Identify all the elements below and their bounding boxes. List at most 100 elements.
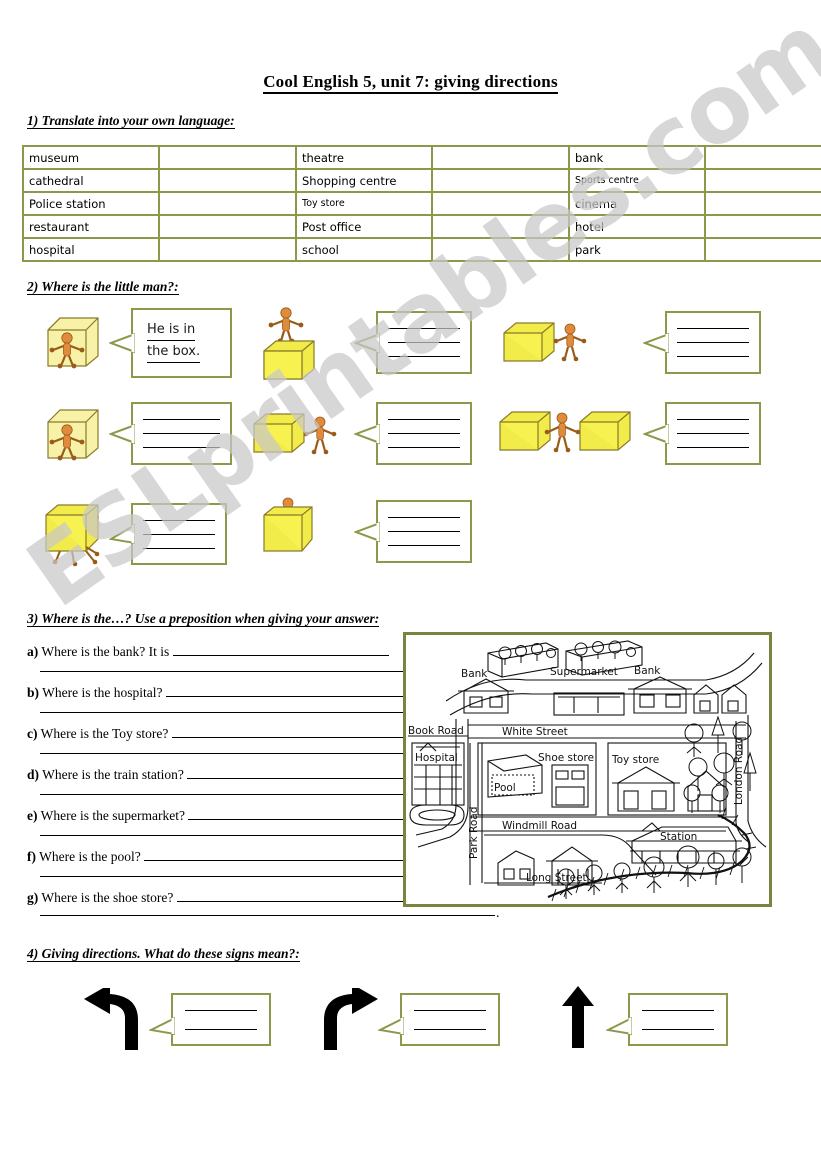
- vocab-word: theatre: [295, 145, 433, 170]
- vocab-word: school: [295, 237, 433, 262]
- question-label: b): [27, 685, 40, 700]
- vocab-answer-cell[interactable]: [704, 191, 821, 216]
- vocab-answer-cell[interactable]: [704, 214, 821, 239]
- vocab-answer-cell[interactable]: [431, 191, 570, 216]
- map-label-station: Station: [660, 831, 697, 843]
- question-text: Where is the Toy store?: [40, 726, 169, 741]
- answer-bubble-8[interactable]: [354, 500, 472, 563]
- arrow-curve-left-icon: [80, 988, 142, 1050]
- answer-bubble-7[interactable]: [109, 503, 227, 565]
- vocab-word: Shopping centre: [295, 168, 433, 193]
- arrow-straight-up-icon: [558, 986, 598, 1048]
- city-map: Bank Supermarket Bank Book Road White St…: [403, 632, 772, 907]
- vocab-answer-cell[interactable]: [431, 214, 570, 239]
- vocab-word: park: [568, 237, 706, 262]
- answer-lines: [677, 313, 749, 372]
- answer-lines: [388, 313, 460, 372]
- answer-blank[interactable]: [188, 807, 429, 820]
- question-label: d): [27, 767, 40, 782]
- bubble-tail-icon: [643, 332, 669, 354]
- section-2-heading: 2) Where is the little man?:: [27, 279, 179, 295]
- section-3-heading-text: 3) Where is the…? Use a preposition when…: [27, 611, 380, 627]
- vocab-answer-cell[interactable]: [158, 168, 297, 193]
- page-title: Cool English 5, unit 7: giving direction…: [0, 72, 821, 94]
- question-text: Where is the pool?: [39, 849, 141, 864]
- map-label-pool: Pool: [494, 782, 516, 794]
- figure-man-under-box: [42, 499, 112, 576]
- final-answer-blank[interactable]: [40, 915, 495, 916]
- vocab-answer-cell[interactable]: [158, 237, 297, 262]
- bubble-tail-icon: [354, 521, 380, 543]
- question-label: f): [27, 849, 36, 864]
- map-label-long-street: Long Street: [526, 872, 587, 884]
- map-label-london-road: London Road: [733, 737, 745, 805]
- vocab-word: Toy store: [295, 191, 433, 216]
- answer-blank[interactable]: [176, 889, 426, 902]
- vocab-answer-cell[interactable]: [431, 237, 570, 262]
- map-label-park-road: Park Road: [468, 807, 480, 859]
- table-row: hospital school park: [22, 237, 821, 262]
- table-row: museum theatre bank: [22, 145, 821, 170]
- answer-lines: [143, 404, 220, 463]
- question-label: c): [27, 726, 38, 741]
- question-text: Where is the shoe store?: [41, 890, 174, 905]
- bubble-tail-icon: [109, 332, 135, 354]
- answer-bubble-2[interactable]: [354, 311, 472, 374]
- sign-answer-bubble-3[interactable]: [604, 993, 728, 1046]
- answer-blank[interactable]: [172, 643, 389, 656]
- bubble-tail-icon: [147, 1015, 176, 1038]
- section-3-heading: 3) Where is the…? Use a preposition when…: [27, 611, 380, 627]
- bubble-tail-icon: [354, 423, 380, 445]
- answer-bubble-5[interactable]: [354, 402, 472, 465]
- vocab-answer-cell[interactable]: [704, 237, 821, 262]
- table-row: cathedral Shopping centre Sports centre: [22, 168, 821, 193]
- figure-man-behind-box: [260, 495, 322, 566]
- answer-lines: [388, 502, 460, 561]
- map-label-white-street: White Street: [502, 726, 568, 738]
- figure-man-inside-box-2: [40, 400, 106, 471]
- map-label-toy-store: Toy store: [611, 754, 659, 766]
- question-label: e): [27, 808, 38, 823]
- figure-box-with-man-beside-right: [500, 315, 600, 380]
- vocab-word: hotel: [568, 214, 706, 239]
- answer-text: He is in the box.: [147, 319, 201, 363]
- vocab-answer-cell[interactable]: [431, 168, 570, 193]
- answer-bubble-6[interactable]: [643, 402, 761, 465]
- table-row: Police station Toy store cinema: [22, 191, 821, 216]
- vocab-answer-cell[interactable]: [158, 191, 297, 216]
- vocab-answer-cell[interactable]: [431, 145, 570, 170]
- answer-bubble-example[interactable]: He is in the box.: [109, 308, 232, 378]
- answer-lines: [388, 404, 460, 463]
- answer-bubble-4[interactable]: [109, 402, 232, 465]
- map-label-hospital: Hospital: [415, 752, 458, 764]
- vocab-word: museum: [22, 145, 160, 170]
- worksheet-page: Cool English 5, unit 7: giving direction…: [0, 0, 821, 1169]
- vocab-answer-cell[interactable]: [704, 168, 821, 193]
- vocab-word: restaurant: [22, 214, 160, 239]
- question-text: Where is the bank? It is: [41, 644, 170, 659]
- answer-lines: [414, 995, 486, 1044]
- figure-box-with-man-beside: [250, 406, 350, 471]
- map-label-windmill-road: Windmill Road: [502, 820, 577, 832]
- section-1-heading-text: 1) Translate into your own language:: [27, 113, 235, 129]
- final-period: .: [496, 906, 500, 921]
- bubble-tail-icon: [376, 1015, 405, 1038]
- map-label-supermarket: Supermarket: [550, 666, 618, 678]
- answer-bubble-3[interactable]: [643, 311, 761, 374]
- vocab-word: bank: [568, 145, 706, 170]
- question-text: Where is the train station?: [42, 767, 184, 782]
- table-row: restaurant Post office hotel: [22, 214, 821, 239]
- question-label: g): [27, 890, 39, 905]
- sign-answer-bubble-1[interactable]: [147, 993, 271, 1046]
- vocab-answer-cell[interactable]: [158, 145, 297, 170]
- bubble-tail-icon: [604, 1015, 633, 1038]
- vocab-word: cathedral: [22, 168, 160, 193]
- vocab-answer-cell[interactable]: [704, 145, 821, 170]
- arrow-curve-right-icon: [320, 988, 382, 1050]
- section-4-heading: 4) Giving directions. What do these sign…: [27, 946, 300, 962]
- sign-answer-bubble-2[interactable]: [376, 993, 500, 1046]
- map-label-shoe-store: Shoe store: [538, 752, 594, 764]
- map-label-bank-left: Bank: [461, 668, 488, 680]
- vocab-answer-cell[interactable]: [158, 214, 297, 239]
- question-text: Where is the supermarket?: [40, 808, 185, 823]
